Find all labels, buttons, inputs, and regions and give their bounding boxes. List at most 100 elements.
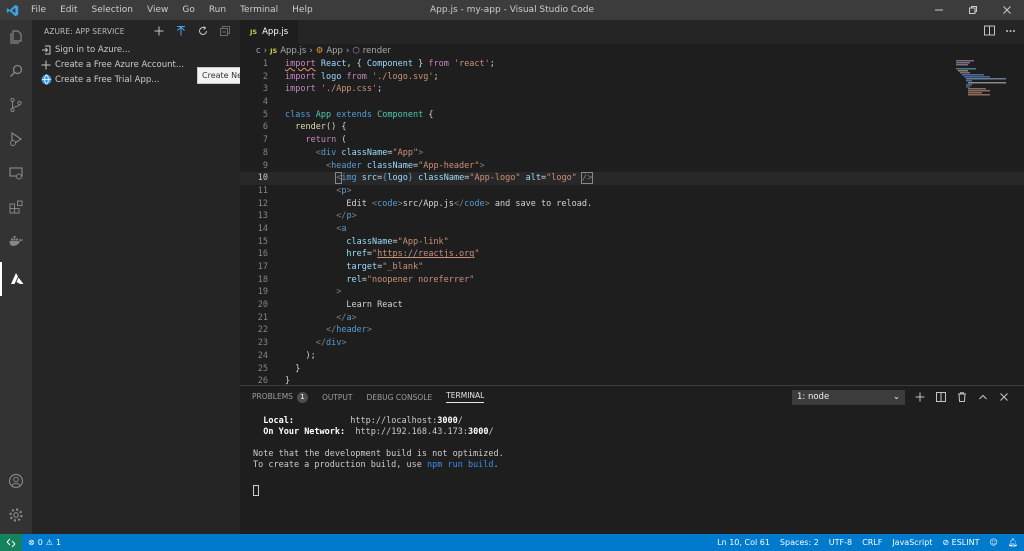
deploy-arrow-icon[interactable] (174, 24, 188, 38)
code-line: 8 <div className="App"> (262, 147, 424, 158)
more-actions-icon[interactable] (1005, 25, 1016, 39)
code-line: 20 Learn React (257, 300, 403, 311)
editor-actions (984, 25, 1016, 39)
restore-icon[interactable] (956, 0, 990, 20)
menu-help[interactable]: Help (285, 0, 320, 20)
menu-terminal[interactable]: Terminal (233, 0, 285, 20)
tab-problems-label: PROBLEMS (252, 391, 293, 401)
language-mode[interactable]: JavaScript (892, 538, 932, 547)
plus-icon (40, 59, 52, 71)
code-editor[interactable]: 1 import React, { Component } from 'react… (240, 58, 1024, 388)
encoding[interactable]: UTF-8 (829, 538, 852, 547)
breadcrumb-folder[interactable]: c (256, 46, 261, 56)
editor-tabs: JS App.js (240, 20, 1024, 44)
extensions-icon[interactable] (0, 190, 32, 224)
method-symbol-icon: ⬡ (352, 46, 360, 56)
breadcrumb: c › JS App.js › ⚙ App › ⬡ render (240, 44, 1024, 58)
sidebar: AZURE: APP SERVICE Sign in to Azure... C… (32, 20, 300, 534)
web-app-icon (40, 74, 52, 86)
azure-icon[interactable] (0, 262, 32, 296)
minimap[interactable] (954, 58, 1012, 108)
menu-selection[interactable]: Selection (85, 0, 140, 20)
plus-icon[interactable] (152, 24, 166, 38)
settings-gear-icon[interactable] (0, 498, 32, 532)
code-line: 18 rel="noopener noreferrer" (257, 274, 475, 285)
code-line: 13 </p> (257, 211, 357, 222)
error-count: 0 (37, 538, 43, 547)
terminal-line-note: Note that the development build is not o… (253, 449, 504, 459)
menu-edit[interactable]: Edit (53, 0, 84, 20)
eslint-status[interactable]: ⊘ ESLINT (942, 538, 979, 547)
chevron-down-icon: ⌄ (892, 392, 900, 402)
trash-icon[interactable] (956, 390, 968, 404)
editor-area: JS App.js c › JS App.js › ⚙ App › ⬡ rend… (240, 20, 1024, 388)
run-debug-icon[interactable] (0, 122, 32, 156)
menu-go[interactable]: Go (175, 0, 201, 20)
explorer-icon[interactable] (0, 20, 32, 54)
status-bar: ⊗ 0 ⚠ 1 Ln 10, Col 61 Spaces: 2 UTF-8 CR… (0, 534, 1024, 551)
menu-file[interactable]: File (24, 0, 53, 20)
split-editor-icon[interactable] (984, 25, 995, 39)
tab-output[interactable]: OUTPUT (322, 393, 353, 402)
code-line: 14 <a (257, 223, 347, 234)
maximize-panel-icon[interactable] (977, 390, 989, 404)
warning-count: 1 (55, 538, 62, 547)
terminal-output[interactable]: Local: http://localhost:3000/ On Your Ne… (253, 416, 504, 496)
source-control-icon[interactable] (0, 88, 32, 122)
sign-in-icon (40, 44, 52, 56)
create-free-account-label: Create a Free Azure Account... (55, 59, 184, 70)
remote-indicator-icon[interactable] (0, 534, 22, 551)
chevron-right-icon: › (309, 46, 313, 56)
sign-in-azure-item[interactable]: Sign in to Azure... (32, 42, 240, 57)
breadcrumb-class[interactable]: App (326, 46, 343, 56)
notifications-bell-icon[interactable]: 🔔︎ (1008, 538, 1018, 547)
remote-explorer-icon[interactable] (0, 156, 32, 190)
terminal-line-build: To create a production build, use npm ru… (253, 460, 499, 470)
menu-view[interactable]: View (140, 0, 175, 20)
docker-icon[interactable] (0, 224, 32, 258)
breadcrumb-file[interactable]: App.js (280, 46, 306, 56)
refresh-icon[interactable] (196, 24, 210, 38)
class-symbol-icon: ⚙ (315, 46, 324, 56)
code-line: 23 </div> (257, 338, 347, 349)
code-line: 15 className="App-link" (257, 236, 449, 247)
feedback-icon[interactable]: ☺ (990, 538, 998, 547)
terminal-line-local: Local: http://localhost:3000/ (263, 416, 463, 426)
tab-label: App.js (262, 27, 289, 37)
line-ending[interactable]: CRLF (862, 538, 882, 547)
indentation[interactable]: Spaces: 2 (780, 538, 819, 547)
menu-run[interactable]: Run (202, 0, 233, 20)
js-file-icon: JS (270, 47, 278, 55)
problems-status[interactable]: ⊗ 0 ⚠ 1 (28, 538, 61, 547)
terminal-select-value: 1: node (797, 392, 830, 402)
new-terminal-plus-icon[interactable] (914, 390, 926, 404)
split-terminal-icon[interactable] (935, 390, 947, 404)
vscode-logo-icon (0, 0, 24, 20)
close-icon[interactable] (990, 0, 1024, 20)
terminal-select[interactable]: 1: node ⌄ (792, 390, 905, 405)
code-line: 2 import logo from './logo.svg'; (262, 71, 439, 82)
code-line: 6 render() { (262, 122, 347, 133)
create-trial-app-label: Create a Free Trial App... (55, 74, 160, 85)
code-line: 22 </header> (257, 325, 373, 336)
chevron-right-icon: › (263, 46, 268, 56)
tab-debug-console[interactable]: DEBUG CONSOLE (367, 393, 433, 402)
code-line: 24 ); (257, 350, 316, 361)
close-panel-icon[interactable] (998, 390, 1010, 404)
terminal-line-network: On Your Network: http://192.168.43.173:3… (263, 427, 494, 437)
status-right: Ln 10, Col 61 Spaces: 2 UTF-8 CRLF JavaS… (717, 534, 1018, 551)
search-icon[interactable] (0, 54, 32, 88)
breadcrumb-method[interactable]: render (363, 46, 391, 56)
minimize-icon[interactable] (922, 0, 956, 20)
collapse-all-icon[interactable] (218, 24, 232, 38)
tab-app-js[interactable]: JS App.js (240, 20, 299, 44)
account-icon[interactable] (0, 464, 32, 498)
chevron-right-icon: › (345, 46, 350, 56)
terminal-cursor (253, 485, 259, 496)
code-line: 21 </a> (257, 312, 357, 323)
tab-terminal[interactable]: TERMINAL (446, 391, 485, 403)
cursor-position[interactable]: Ln 10, Col 61 (717, 538, 770, 547)
code-line: 11 <p> (257, 185, 352, 196)
tab-problems[interactable]: PROBLEMS 1 (252, 391, 308, 403)
code-line: 7 return ( (262, 135, 347, 146)
